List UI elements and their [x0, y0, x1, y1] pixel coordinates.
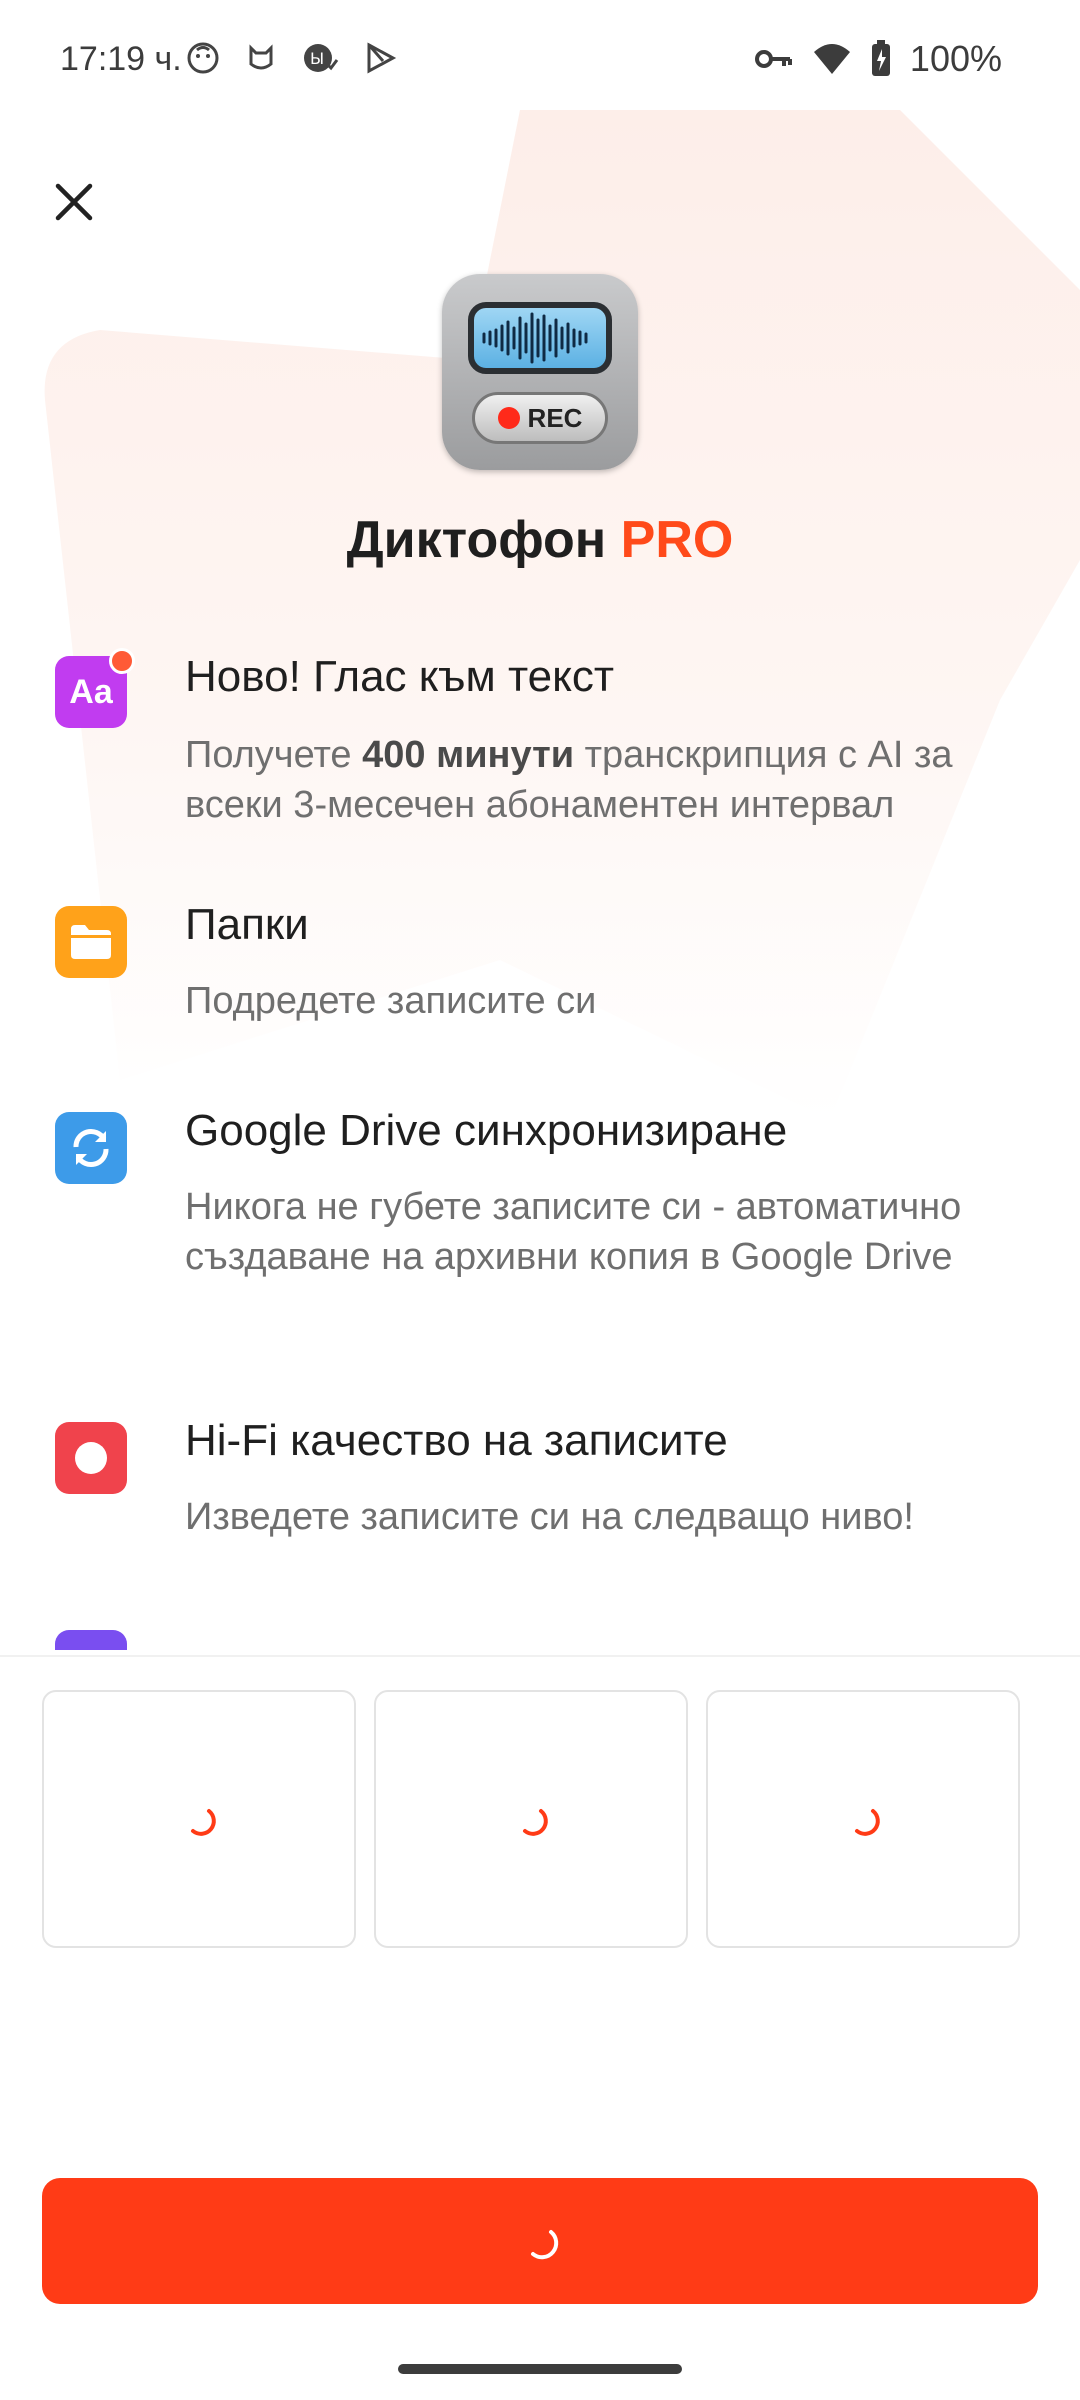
feature-description: Подредете записите си — [185, 980, 597, 1022]
sync-arrows-icon — [73, 1128, 109, 1168]
features-list: Aa Ново! Глас към текст Получете 400 мин… — [0, 640, 1080, 1650]
feature-title: Ново! Глас към текст — [185, 652, 615, 701]
waveform-display — [468, 302, 612, 374]
play-store-icon — [367, 42, 397, 74]
gesture-home-bar[interactable] — [398, 2364, 682, 2374]
feature-description: Никога не губете записите си - автоматич… — [185, 1186, 962, 1278]
text-aa-label: Aa — [69, 672, 113, 711]
vpn-key-icon — [754, 50, 792, 68]
desc-highlight: 400 минути — [362, 734, 575, 776]
status-bar: 17:19 ч. Ы 100% — [0, 0, 1080, 125]
pro-label: PRO — [620, 511, 734, 569]
text-aa-icon: Aa — [55, 648, 135, 728]
battery-icon — [871, 40, 890, 76]
close-button[interactable] — [44, 172, 104, 232]
app-logo: REC — [442, 274, 638, 470]
new-badge-dot — [109, 648, 135, 674]
loading-spinner-icon — [531, 2230, 559, 2260]
feature-title: Google Drive синхронизиране — [185, 1106, 788, 1155]
subscribe-button[interactable] — [42, 2178, 1038, 2304]
sync-icon — [55, 1112, 127, 1184]
battery-percentage: 100% — [909, 38, 1002, 79]
record-dot-icon — [75, 1442, 107, 1474]
plan-option-3[interactable] — [706, 1690, 1020, 1948]
app-name: Диктофон — [346, 511, 607, 569]
feature-title: Hi-Fi качество на записите — [185, 1416, 728, 1465]
feature-description: Изведете записите си на следващо ниво! — [185, 1496, 914, 1538]
record-icon — [55, 1422, 127, 1494]
cat-icon — [249, 44, 273, 70]
app-badge-icon: Ы — [304, 44, 339, 72]
waveform-icon — [482, 312, 588, 364]
record-dot-icon — [497, 407, 520, 429]
close-icon — [55, 183, 93, 221]
svg-text:Ы: Ы — [310, 49, 324, 68]
folder-glyph-icon — [71, 925, 111, 959]
rec-button-graphic: REC — [472, 392, 608, 444]
loading-spinner-icon — [191, 1809, 216, 1836]
rec-label: REC — [527, 402, 583, 433]
system-status-icons: 100% — [754, 38, 1002, 80]
feature-icon — [55, 1630, 127, 1650]
desc-text: Получете — [185, 734, 363, 776]
plan-option-2[interactable] — [374, 1690, 688, 1948]
wifi-icon — [813, 44, 850, 74]
notification-icons: Ы — [185, 40, 397, 76]
face-icon — [187, 42, 219, 74]
plan-option-1[interactable] — [42, 1690, 356, 1948]
page-title: Диктофон PRO — [0, 510, 1080, 570]
paywall-screen: 17:19 ч. Ы 100% REC Диктофон PRO Aa Ново… — [0, 0, 1080, 2400]
feature-title: Папки — [185, 900, 309, 949]
loading-spinner-icon — [855, 1809, 880, 1836]
status-time: 17:19 ч. — [60, 40, 182, 78]
divider — [0, 1655, 1080, 1657]
folder-icon — [55, 906, 127, 978]
feature-description: Получете 400 минути транскрипция с AI за… — [185, 730, 1035, 830]
loading-spinner-icon — [523, 1809, 548, 1836]
